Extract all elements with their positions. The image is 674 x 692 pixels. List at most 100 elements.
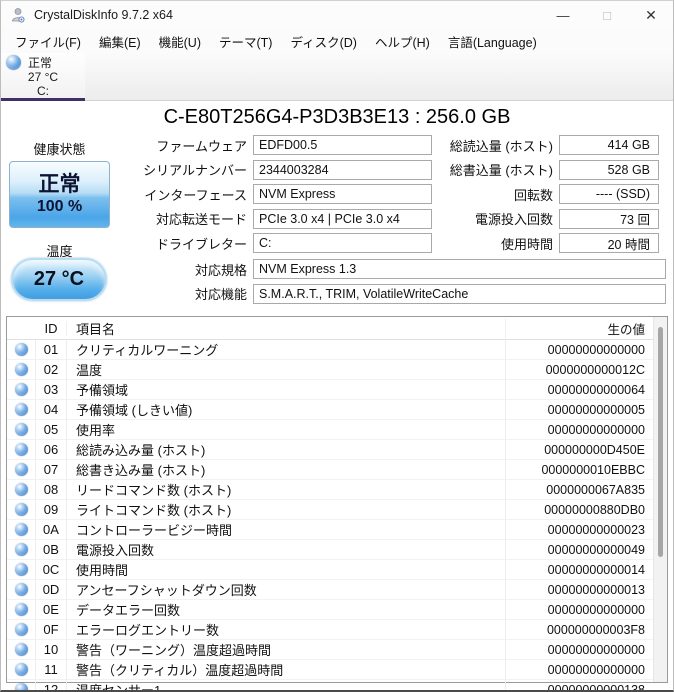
drive-info-fields-middle: ファームウェア EDFD00.5 シリアルナンバー 2344003284 インタ…: [1, 135, 438, 258]
field-total-host-writes: 総書込量 (ホスト) 528 GB: [441, 159, 666, 180]
drive-model-title: C-E80T256G4-P3D3B3E13 : 256.0 GB: [163, 106, 511, 128]
maximize-button[interactable]: □: [585, 1, 629, 29]
crystaldiskinfo-window: CrystalDiskInfo 9.7.2 x64 — □ ✕ ファイル(F) …: [0, 0, 674, 692]
row-raw-value: 00000000000049: [505, 540, 651, 559]
row-id: 0A: [36, 520, 67, 539]
field-power-on-count: 電源投入回数 73 回: [441, 208, 666, 229]
row-raw-value: 0000000010EBBC: [505, 460, 651, 479]
table-row[interactable]: 0F エラーログエントリー数 000000000003F8: [7, 619, 667, 639]
table-scrollbar[interactable]: [653, 317, 667, 682]
menu-item-theme[interactable]: テーマ(T): [210, 29, 281, 54]
row-id: 0F: [36, 620, 67, 639]
main-panel: C-E80T256G4-P3D3B3E13 : 256.0 GB 健康状態 正常…: [1, 101, 673, 316]
field-power-on-count-label: 電源投入回数: [474, 212, 553, 227]
status-orb-icon: [14, 363, 28, 376]
status-orb-icon: [14, 563, 28, 576]
table-row[interactable]: 0A コントローラービジー時間 00000000000023: [7, 519, 667, 539]
field-firmware-value: EDFD00.5: [253, 135, 432, 155]
field-interface-value: NVM Express: [253, 184, 432, 204]
field-drive-letter-label: ドライブレター: [155, 236, 247, 252]
row-id: 0D: [36, 580, 67, 599]
row-id: 09: [36, 500, 67, 519]
table-row[interactable]: 02 温度 0000000000012C: [7, 359, 667, 379]
field-standard-label: 対応規格: [194, 262, 247, 278]
drive-tab-c[interactable]: 正常 27 °C C:: [1, 53, 85, 101]
row-raw-value: 00000000000000: [505, 600, 651, 619]
status-orb-icon: [14, 403, 28, 416]
row-raw-value: 00000000000005: [505, 400, 651, 419]
window-controls: — □ ✕: [541, 1, 673, 29]
field-total-host-reads-value: 414 GB: [559, 135, 659, 155]
table-row[interactable]: 0C 使用時間 00000000000014: [7, 559, 667, 579]
row-id: 0B: [36, 540, 67, 559]
row-id: 12: [36, 680, 67, 690]
table-row[interactable]: 01 クリティカルワーニング 00000000000000: [7, 340, 667, 359]
row-id: 11: [36, 660, 67, 679]
row-id: 10: [36, 640, 67, 659]
row-name: アンセーフシャットダウン回数: [76, 583, 257, 598]
field-drive-letter: ドライブレター C:: [1, 233, 438, 253]
menu-item-edit[interactable]: 編集(E): [90, 29, 150, 54]
row-name: 警告（クリティカル）温度超過時間: [76, 663, 284, 678]
close-button[interactable]: ✕: [629, 1, 673, 29]
row-raw-value: 00000000000013: [505, 580, 651, 599]
menu-item-function[interactable]: 機能(U): [150, 29, 210, 54]
table-row[interactable]: 06 総読み込み量 (ホスト) 000000000D450E: [7, 439, 667, 459]
menu-item-file[interactable]: ファイル(F): [6, 29, 90, 54]
table-header-name[interactable]: 項目名: [67, 319, 505, 338]
status-orb-icon: [14, 583, 28, 596]
row-id: 02: [36, 360, 67, 379]
row-raw-value: 0000000000012C: [505, 360, 651, 379]
table-row[interactable]: 04 予備領域 (しきい値) 00000000000005: [7, 399, 667, 419]
minimize-button[interactable]: —: [541, 1, 585, 29]
table-row[interactable]: 10 警告（ワーニング）温度超過時間 00000000000000: [7, 639, 667, 659]
field-power-on-hours-value: 20 時間: [559, 233, 659, 253]
menu-item-help[interactable]: ヘルプ(H): [366, 29, 439, 54]
row-raw-value: 000000000003F8: [505, 620, 651, 639]
status-orb-icon: [14, 443, 28, 456]
smart-table: ID 項目名 生の値 01 クリティカルワーニング 00000000000000…: [6, 316, 668, 690]
table-row[interactable]: 07 総書き込み量 (ホスト) 0000000010EBBC: [7, 459, 667, 479]
table-row[interactable]: 08 リードコマンド数 (ホスト) 0000000067A835: [7, 479, 667, 499]
drive-tab-bar: 正常 27 °C C:: [1, 53, 673, 101]
row-raw-value: 00000000000000: [505, 660, 651, 679]
drive-info-fields-right: 総読込量 (ホスト) 414 GB 総書込量 (ホスト) 528 GB 回転数 …: [441, 135, 666, 258]
status-orb-icon: [14, 483, 28, 496]
row-name: 温度センサー1: [76, 683, 162, 692]
row-name: 予備領域: [76, 383, 129, 398]
field-standard: 対応規格 NVM Express 1.3: [1, 259, 666, 279]
table-row[interactable]: 09 ライトコマンド数 (ホスト) 00000000880DB0: [7, 499, 667, 519]
row-name: 温度: [76, 363, 103, 378]
row-raw-value: 00000000000064: [505, 380, 651, 399]
table-scrollbar-thumb[interactable]: [658, 327, 663, 557]
table-row[interactable]: 0E データエラー回数 00000000000000: [7, 599, 667, 619]
row-name: 予備領域 (しきい値): [76, 403, 193, 418]
status-orb-icon: [14, 663, 28, 676]
table-header-id[interactable]: ID: [36, 320, 67, 336]
row-name: クリティカルワーニング: [76, 343, 219, 358]
menu-item-language[interactable]: 言語(Language): [439, 29, 546, 54]
row-name: 総書き込み量 (ホスト): [76, 463, 206, 478]
table-row[interactable]: 11 警告（クリティカル）温度超過時間 00000000000000: [7, 659, 667, 679]
table-header-raw-value[interactable]: 生の値: [505, 318, 651, 338]
row-id: 01: [36, 340, 67, 359]
field-interface: インターフェース NVM Express: [1, 184, 438, 204]
row-name: 総読み込み量 (ホスト): [76, 443, 206, 458]
row-id: 08: [36, 480, 67, 499]
field-power-on-count-value: 73 回: [559, 208, 659, 229]
field-rotation-rate: 回転数 ---- (SSD): [441, 184, 666, 204]
field-power-on-hours: 使用時間 20 時間: [441, 233, 666, 253]
status-orb-icon: [14, 523, 28, 536]
menu-bar: ファイル(F) 編集(E) 機能(U) テーマ(T) ディスク(D) ヘルプ(H…: [1, 29, 673, 53]
menu-item-disk[interactable]: ディスク(D): [281, 29, 365, 54]
table-row[interactable]: 05 使用率 00000000000000: [7, 419, 667, 439]
field-serial-number-value: 2344003284: [253, 159, 432, 180]
field-transfer-mode-value: PCIe 3.0 x4 | PCIe 3.0 x4: [253, 208, 432, 229]
table-row[interactable]: 0D アンセーフシャットダウン回数 00000000000013: [7, 579, 667, 599]
field-total-host-reads: 総読込量 (ホスト) 414 GB: [441, 135, 666, 155]
table-row[interactable]: 03 予備領域 00000000000064: [7, 379, 667, 399]
table-row[interactable]: 0B 電源投入回数 00000000000049: [7, 539, 667, 559]
table-row[interactable]: 12 温度センサー1 00000000000138: [7, 679, 667, 692]
row-name: コントローラービジー時間: [76, 523, 233, 538]
row-id: 05: [36, 420, 67, 439]
